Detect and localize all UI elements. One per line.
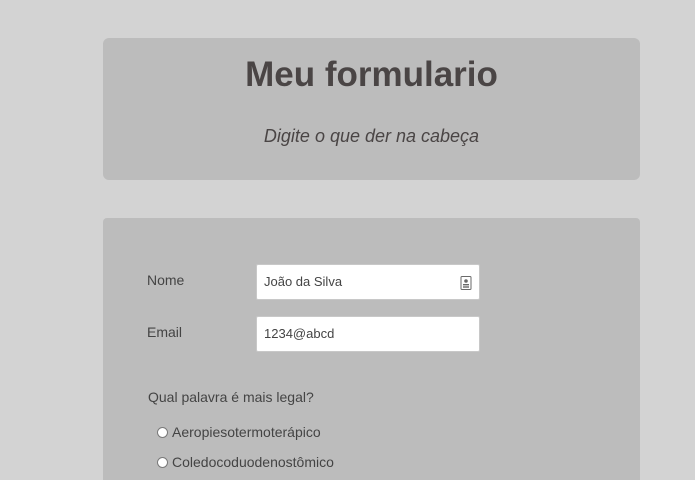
radio-question: Qual palavra é mais legal?	[148, 389, 314, 405]
email-input[interactable]: 1234@abcd	[256, 316, 480, 352]
radio-button[interactable]	[157, 426, 168, 438]
email-label: Email	[147, 324, 183, 340]
name-input-value: João da Silva	[264, 274, 343, 289]
email-row: Email 1234@abcd	[147, 316, 487, 352]
radio-button[interactable]	[157, 456, 168, 468]
page-title: Meu formulario	[245, 55, 498, 94]
form-card: Nome João da Silva Email 1234@abcd Qual …	[103, 218, 640, 480]
name-row: Nome João da Silva	[147, 264, 487, 300]
radio-option-label: Coledocoduodenostômico	[172, 454, 334, 470]
email-input-value: 1234@abcd	[264, 326, 335, 341]
name-label: Nome	[147, 272, 185, 288]
name-input[interactable]: João da Silva	[256, 264, 480, 300]
header-card: Meu formulario Digite o que der na cabeç…	[103, 38, 640, 180]
contact-card-icon[interactable]	[460, 276, 472, 290]
radio-option[interactable]: Coledocoduodenostômico	[157, 453, 334, 471]
page: Meu formulario Digite o que der na cabeç…	[0, 0, 695, 480]
radio-option[interactable]: Aeropiesotermoterápico	[157, 423, 321, 441]
page-subtitle: Digite o que der na cabeça	[263, 126, 480, 146]
radio-option-label: Aeropiesotermoterápico	[172, 424, 321, 440]
